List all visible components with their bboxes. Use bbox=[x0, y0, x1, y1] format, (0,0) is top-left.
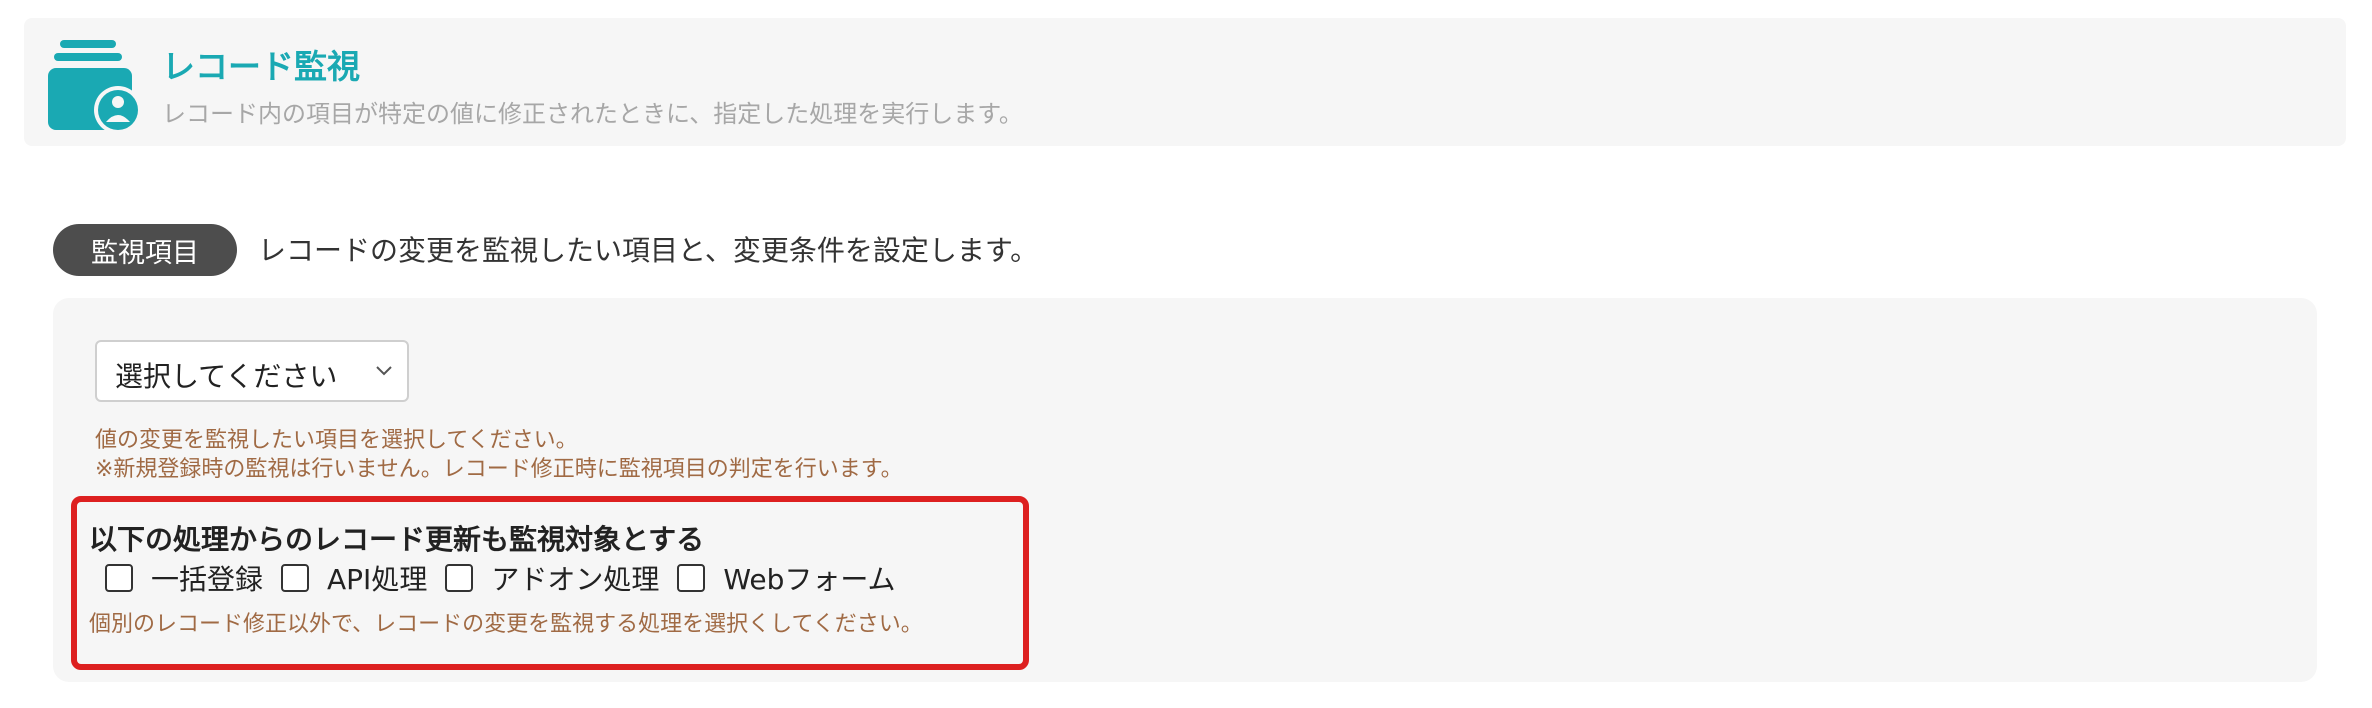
page-description: レコード内の項目が特定の値に修正されたときに、指定した処理を実行します。 bbox=[162, 100, 1023, 128]
monitor-field-select[interactable]: 選択してください bbox=[95, 340, 409, 402]
checkbox-box[interactable] bbox=[105, 564, 133, 592]
select-value: 選択してください bbox=[115, 360, 338, 393]
checkbox-api[interactable]: API処理 bbox=[281, 558, 427, 598]
checkbox-label: API処理 bbox=[327, 563, 428, 596]
update-source-group: 以下の処理からのレコード更新も監視対象とする 一括登録 API処理 アドオン処理… bbox=[71, 496, 1029, 670]
checkbox-web-form[interactable]: Webフォーム bbox=[677, 558, 896, 598]
update-source-checkboxes: 一括登録 API処理 アドオン処理 Webフォーム bbox=[105, 558, 914, 598]
monitor-settings-panel: 選択してください 値の変更を監視したい項目を選択してください。 ※新規登録時の監… bbox=[53, 298, 2317, 682]
checkbox-addon[interactable]: アドオン処理 bbox=[445, 558, 659, 598]
checkbox-bulk-registration[interactable]: 一括登録 bbox=[105, 558, 263, 598]
section-badge: 監視項目 bbox=[53, 224, 237, 276]
checkbox-label: アドオン処理 bbox=[491, 563, 660, 596]
section-description: レコードの変更を監視したい項目と、変更条件を設定します。 bbox=[258, 234, 1039, 267]
checkbox-label: Webフォーム bbox=[723, 563, 896, 596]
header-card: レコード監視 レコード内の項目が特定の値に修正されたときに、指定した処理を実行し… bbox=[24, 18, 2346, 146]
page-title: レコード監視 bbox=[162, 47, 360, 86]
select-note: ※新規登録時の監視は行いません。レコード修正時に監視項目の判定を行います。 bbox=[95, 457, 903, 482]
update-source-hint: 個別のレコード修正以外で、レコードの変更を監視する処理を選択くしてください。 bbox=[89, 612, 923, 637]
update-source-title: 以下の処理からのレコード更新も監視対象とする bbox=[89, 523, 705, 556]
checkbox-box[interactable] bbox=[445, 564, 474, 592]
checkbox-box[interactable] bbox=[281, 564, 310, 592]
checkbox-label: 一括登録 bbox=[151, 563, 264, 596]
checkbox-box[interactable] bbox=[677, 564, 706, 592]
chevron-down-icon bbox=[376, 366, 392, 376]
select-hint: 値の変更を監視したい項目を選択してください。 bbox=[95, 428, 578, 453]
record-monitor-icon bbox=[48, 40, 142, 134]
